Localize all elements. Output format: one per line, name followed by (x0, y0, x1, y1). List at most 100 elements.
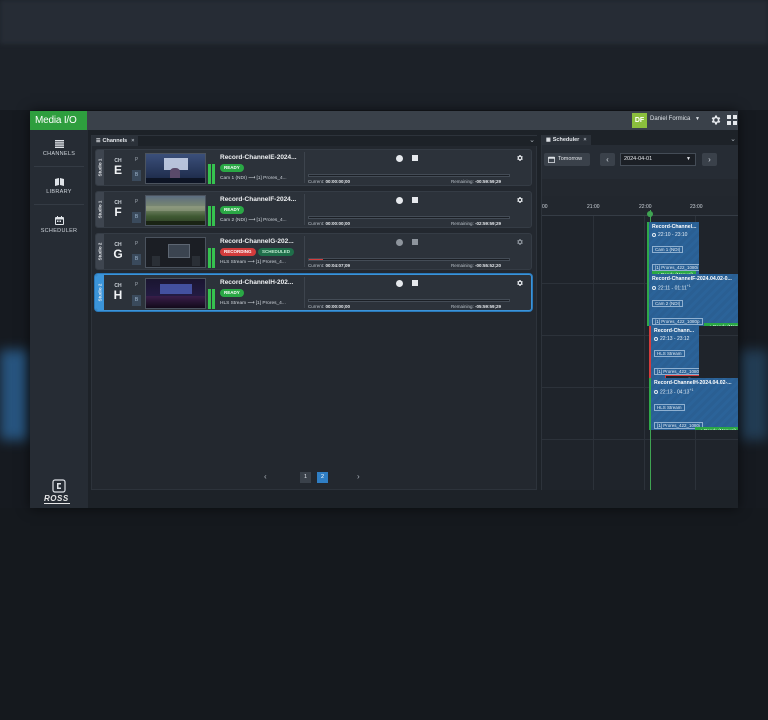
preview-toggle-b[interactable]: B (132, 254, 141, 265)
list-icon: ☰ (96, 138, 101, 144)
date-select[interactable]: 2024-04-01 ▼ (620, 153, 696, 166)
event-status-badge: 👍︎ Ready (Manual) (695, 427, 738, 430)
schedule-event[interactable]: Record-Chann... 22:13 - 23:12 HLS Stream [1… (649, 326, 699, 378)
remaining-timecode: Remaining: -02:59:59;29 (451, 221, 501, 226)
chevron-down-icon: ▼ (686, 156, 691, 162)
clock-icon (652, 286, 656, 291)
event-tag: [1] Prores_422_1080i (652, 264, 699, 271)
sidebar: CHANNELS LIBRARY SCHEDULER (30, 130, 88, 508)
channel-settings-gear-icon[interactable] (516, 196, 524, 204)
channel-preview-thumbnail[interactable] (145, 153, 206, 184)
close-tab-icon[interactable]: × (583, 137, 586, 143)
user-avatar[interactable]: DF (632, 113, 647, 128)
event-time-range: 22:13 - 04:13 (660, 389, 690, 396)
current-value: 00:04:07;09 (325, 263, 351, 268)
channel-id: CH G (108, 243, 128, 261)
channel-settings-gear-icon[interactable] (516, 279, 524, 287)
stop-button[interactable] (412, 155, 418, 161)
tab-scheduler[interactable]: ▦ Scheduler × (542, 135, 591, 145)
studio-name: Studio 1 (97, 200, 103, 219)
stop-button[interactable] (412, 239, 418, 245)
sidebar-item-scheduler[interactable]: SCHEDULER (30, 216, 88, 234)
studio-label: Studio 2 (96, 234, 104, 269)
audio-level-meter (208, 289, 216, 309)
page-button-2[interactable]: 2 (317, 472, 328, 483)
recording-name[interactable]: Record-ChannelH-202... (220, 279, 302, 286)
sidebar-item-channels[interactable]: CHANNELS (30, 140, 88, 157)
panel-collapse-chevron-icon[interactable]: ⌄ (730, 135, 736, 145)
user-name[interactable]: Daniel Formica (650, 116, 690, 122)
preview-toggle-p[interactable]: P (132, 239, 141, 250)
current-timecode: Current: 00:00:00;00 (308, 179, 350, 184)
record-button[interactable] (396, 239, 403, 246)
schedule-event[interactable]: Record-ChannelH-2024.04.02-... 22:13 - 04… (649, 378, 738, 430)
channel-letter: F (114, 205, 122, 219)
channel-preview-thumbnail[interactable] (145, 278, 206, 309)
tomorrow-button[interactable]: Tomorrow (544, 153, 590, 166)
preview-toggle-p[interactable]: P (132, 155, 141, 166)
next-day-button[interactable]: › (702, 153, 717, 166)
record-button[interactable] (396, 280, 403, 287)
current-timecode: Current: 00:04:07;09 (308, 263, 350, 268)
channel-settings-gear-icon[interactable] (516, 238, 524, 246)
preview-toggle-b[interactable]: B (132, 212, 141, 223)
schedule-event[interactable]: Record-Channel... 22:10 - 23:10 Cam 1 (NDI… (647, 222, 699, 274)
studio-name: Studio 2 (97, 283, 103, 302)
channel-card-g[interactable]: Studio 2 CH G P B Record-ChannelG-202... RECOR… (95, 233, 532, 270)
preview-toggle-p[interactable]: P (132, 197, 141, 208)
preview-toggle-p[interactable]: P (132, 280, 141, 291)
channel-card-e[interactable]: Studio 1 CH E P B Record-ChannelE-2024... READ… (95, 149, 532, 186)
grid-line (542, 439, 738, 440)
status-badge-ready: READY (220, 164, 244, 172)
app-logo[interactable]: Media I/O (30, 111, 87, 130)
collapse-sidebar-icon[interactable] (52, 479, 66, 493)
stop-button[interactable] (412, 280, 418, 286)
studio-name: Studio 2 (97, 242, 103, 261)
tab-channels[interactable]: ☰ Channels × (92, 136, 139, 146)
ross-logo: ROSS (44, 494, 69, 503)
time-ruler: 00 21:00 22:00 23:00 (542, 196, 738, 216)
channel-preview-thumbnail[interactable] (145, 237, 206, 268)
preview-toggle-b[interactable]: B (132, 170, 141, 181)
apps-grid-icon[interactable] (727, 115, 737, 125)
remaining-timecode: Remaining: -05:59:59;29 (451, 304, 501, 309)
channel-card-f[interactable]: Studio 1 CH F P B Record-ChannelF-2024... READ… (95, 191, 532, 228)
remaining-value: -00:55:52;20 (475, 263, 502, 268)
scheduler-tab-bar: ▦ Scheduler × ⌄ (542, 135, 738, 145)
time-tick: 21:00 (587, 204, 600, 210)
recording-name[interactable]: Record-ChannelF-2024... (220, 196, 302, 203)
recording-name[interactable]: Record-ChannelE-2024... (220, 154, 302, 161)
prev-page-button[interactable]: ‹ (264, 472, 267, 481)
panel-collapse-chevron-icon[interactable]: ⌄ (529, 136, 535, 146)
recording-name[interactable]: Record-ChannelG-202... (220, 238, 302, 245)
settings-gear-icon[interactable] (710, 114, 722, 126)
sidebar-item-library[interactable]: LIBRARY (30, 178, 88, 195)
channel-id: CH E (108, 159, 128, 177)
time-tick: 23:00 (690, 204, 703, 210)
record-button[interactable] (396, 155, 403, 162)
channel-card-h[interactable]: Studio 2 CH H P B Record-ChannelH-202... READY… (95, 274, 532, 311)
recording-progress-bar (308, 216, 510, 219)
audio-level-meter (208, 248, 216, 268)
next-page-button[interactable]: › (357, 472, 360, 481)
current-timecode: Current: 00:00:00;00 (308, 221, 350, 226)
page-button-1[interactable]: 1 (300, 472, 311, 483)
scheduler-timeline[interactable]: 00 21:00 22:00 23:00 Record-Channel... 22… (542, 196, 738, 490)
schedule-event[interactable]: Record-ChannelF-2024.04.02-0... 22:11 - 0… (647, 274, 738, 326)
event-tag: [1] Prores_422_1080i (654, 368, 699, 375)
card-divider (304, 236, 305, 267)
stop-button[interactable] (412, 197, 418, 203)
record-button[interactable] (396, 197, 403, 204)
preview-toggle-b[interactable]: B (132, 295, 141, 306)
user-menu-caret-icon[interactable]: ▼ (695, 116, 700, 122)
signal-route: HLS Stream ⟶ [1] Prores_4... (220, 301, 286, 306)
channel-settings-gear-icon[interactable] (516, 154, 524, 162)
prev-day-button[interactable]: ‹ (600, 153, 615, 166)
channel-letter: G (113, 247, 123, 261)
close-tab-icon[interactable]: × (131, 138, 134, 144)
channel-letter: E (113, 163, 122, 177)
status-badge-ready: READY (220, 206, 244, 214)
arrow-right-icon: ⟶ (248, 176, 256, 181)
channel-preview-thumbnail[interactable] (145, 195, 206, 226)
event-title: Record-Chann... (654, 328, 695, 334)
